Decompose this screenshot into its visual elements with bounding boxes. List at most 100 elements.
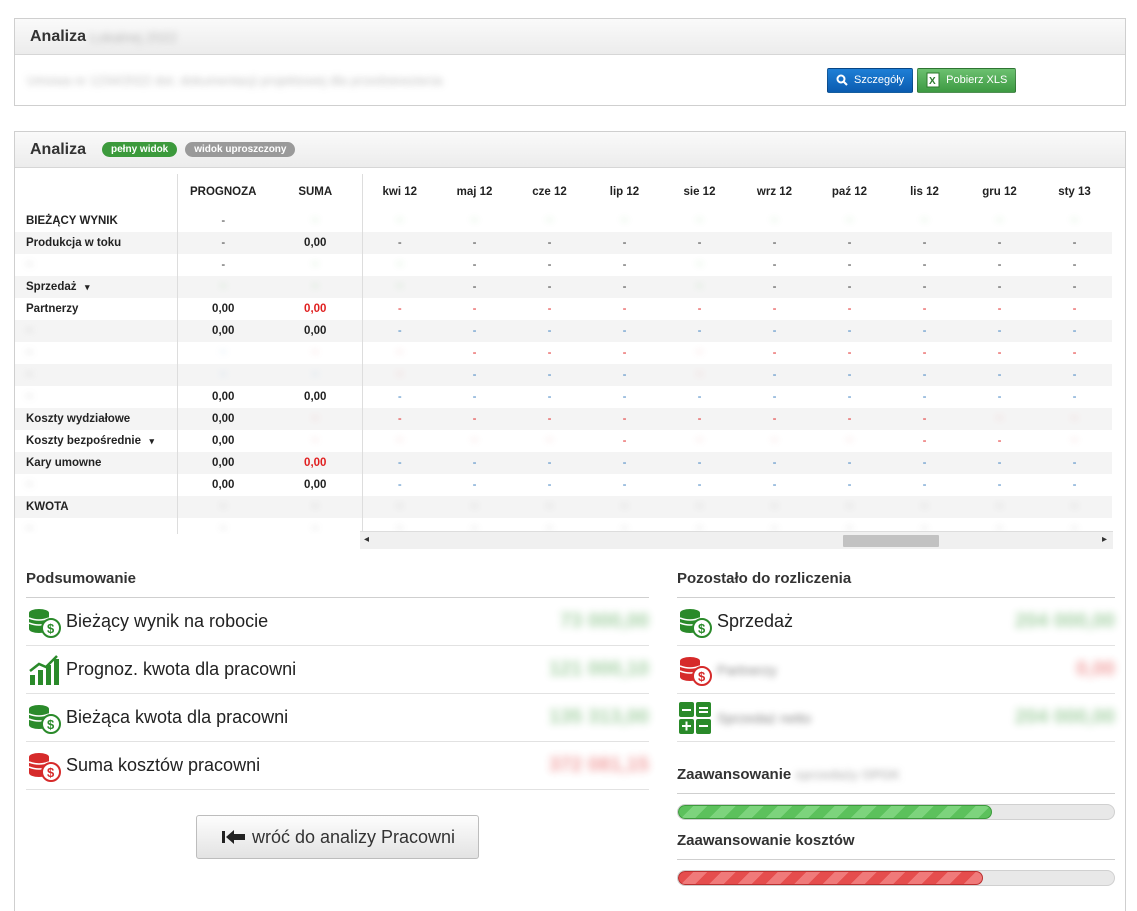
cell-value: ~ [621,501,628,513]
cell-value: - [397,479,402,491]
cell-value: 0,00 [212,457,235,469]
download-xls-button[interactable]: X Pobierz XLS [917,67,1017,93]
table-row: KWOTA ~ ~ ~ ~ ~ ~ ~ ~ ~ ~ ~ ~ [15,496,1112,518]
cell-value: ~ [396,347,404,359]
cell-value: - [922,435,927,447]
cell-value: - [997,347,1002,359]
cell-value: ~ [696,215,703,227]
cell-value: - [997,457,1002,469]
table-cell: 0,00 [269,386,363,408]
table-cell: - [662,474,737,496]
table-cell: - [362,232,437,254]
table-cell: ~ [362,496,437,518]
cell-value: ~ [846,501,853,513]
cell-value: - [622,479,627,491]
table-cell: 0,00 [177,386,269,408]
table-cell: - [587,320,662,342]
cell-value: - [472,369,477,381]
sales-progress-divider [677,793,1115,794]
row-label[interactable]: Koszty bezpośrednie ▾ [15,430,178,452]
cost-progress-fill [678,871,984,885]
table-cell: - [962,430,1037,452]
row-label: ~ [15,474,178,496]
summary-label: Prognoz. kwota dla pracowni [66,659,297,679]
table-cell: - [512,254,587,276]
details-button-label: Szczegóły [854,74,905,86]
sales-progress-label: Zaawansowanie [677,766,792,783]
table-cell: ~ [662,210,737,232]
cell-value: ~ [996,413,1003,425]
remaining-value: 204 000,00 [1014,706,1115,728]
cell-value: - [772,303,777,315]
table-cell: - [962,364,1037,386]
table-cell: ~ [662,430,737,452]
simple-view-toggle[interactable]: widok uproszczony [185,142,296,157]
cell-value: - [397,325,402,337]
details-button[interactable]: Szczegóły [827,67,914,93]
table-cell: - [177,232,269,254]
cell-value: - [397,457,402,469]
table-cell: ~ [737,496,812,518]
cell-value: - [997,435,1002,447]
table-cell: - [737,452,812,474]
row-label[interactable]: Sprzedaż ▾ [15,276,178,298]
table-cell: ~ [177,342,269,364]
table-cell: ~ [177,496,269,518]
table-cell: - [812,232,887,254]
remaining-label: Partnerzy [717,661,777,678]
table-cell: - [662,452,737,474]
table-row: ~0,00 0,00 - - - - - - - - - - [15,386,1112,408]
row-label: KWOTA [15,496,178,518]
full-view-toggle[interactable]: pełny widok [102,142,178,157]
cell-value: - [472,347,477,359]
cell-value: 0,00 [304,325,327,337]
table-cell: - [437,254,512,276]
table-cell: - [587,364,662,386]
row-label: ~ [15,364,178,386]
table-cell: ~ [269,518,363,534]
svg-text:$: $ [698,621,706,636]
chevron-down-icon[interactable]: ▾ [147,436,155,446]
cell-value: - [547,237,552,249]
table-cell: - [737,474,812,496]
table-cell: - [512,452,587,474]
cell-value: - [697,303,702,315]
scrollbar-thumb[interactable] [843,535,939,547]
analysis-table: PROGNOZA SUMA kwi 12 maj 12 cze 12 lip 12 sie … [15,174,1113,534]
cell-value: - [922,281,927,293]
table-horizontal-scrollbar[interactable]: ◂ ▸ [360,531,1113,549]
column-header: PROGNOZA [190,186,257,198]
table-cell: - [962,452,1037,474]
table-cell: - [177,254,269,276]
cell-value: - [772,391,777,403]
table-cell: - [437,474,512,496]
summary-value: 73 000,00 [560,610,649,632]
table-cell: ~ [512,210,587,232]
row-label: ~ [15,342,178,364]
chevron-down-icon[interactable]: ▾ [83,282,90,292]
table-cell: - [512,474,587,496]
back-to-studio-analysis-button[interactable]: wróć do analizy Pracowni [196,815,479,859]
row-label-text: KWOTA [26,501,69,513]
table-cell: - [812,408,887,430]
table-cell: - [812,474,887,496]
table-cell: - [362,408,437,430]
cell-value: ~ [311,259,319,271]
scroll-left-arrow-icon[interactable]: ◂ [364,534,369,545]
table-cell: - [587,408,662,430]
table-cell: ~ [269,276,363,298]
table-cell: - [177,210,269,232]
table-cell: - [887,408,962,430]
table-cell: ~ [362,210,437,232]
cell-value: - [622,457,627,469]
cell-value: - [997,259,1002,271]
cell-value: 0,00 [304,457,327,469]
table-cell: - [1037,298,1112,320]
table-row: ~ ~ ~ ~ - - - ~ - - - - - [15,364,1112,386]
summary-label: Bieżąca kwota dla pracowni [66,707,289,727]
scroll-right-arrow-icon[interactable]: ▸ [1102,534,1107,545]
table-cell: - [512,232,587,254]
cell-value: - [697,457,702,469]
cell-value: - [472,237,477,249]
cell-value: ~ [396,501,404,513]
